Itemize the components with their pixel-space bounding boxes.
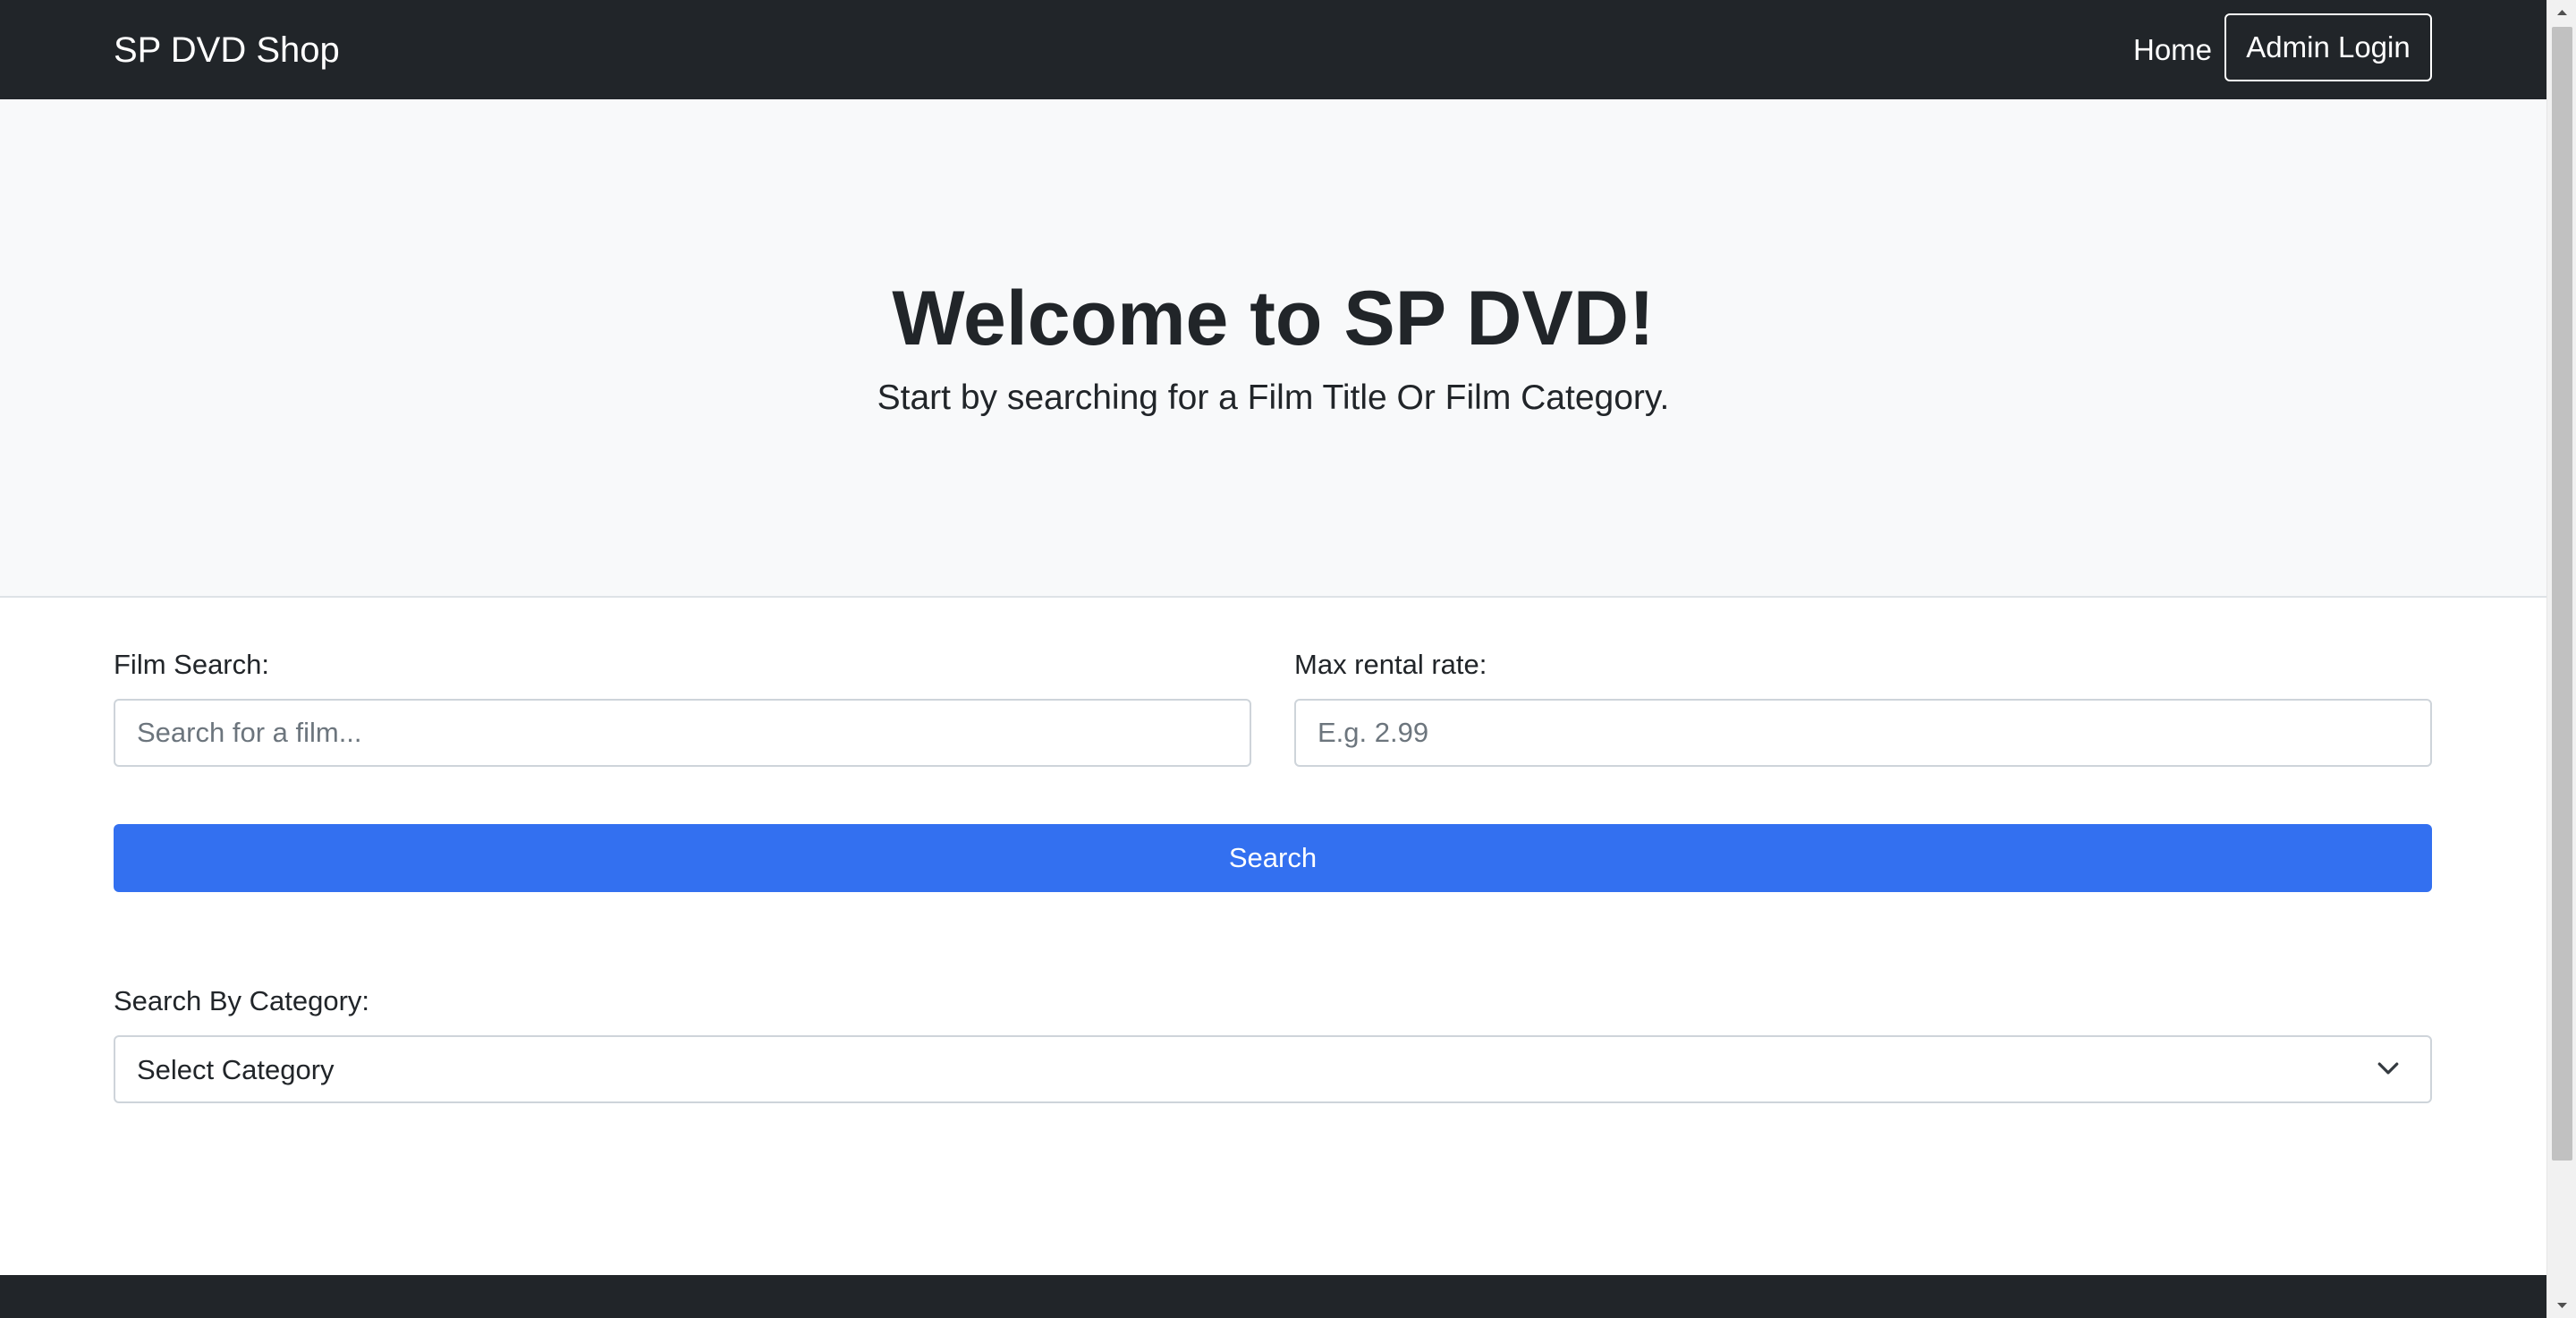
vertical-scrollbar[interactable] (2546, 0, 2576, 1318)
film-search-label: Film Search: (114, 649, 269, 680)
hero-subtitle: Start by searching for a Film Title Or F… (877, 378, 1670, 417)
max-rental-rate-label: Max rental rate: (1294, 649, 1487, 680)
chevron-down-icon (2377, 1062, 2399, 1075)
scroll-up-arrow-icon[interactable] (2547, 0, 2576, 25)
category-select[interactable]: Select Category (114, 1035, 2432, 1103)
brand-logo[interactable]: SP DVD Shop (114, 29, 340, 72)
footer (0, 1275, 2546, 1318)
search-button[interactable]: Search (114, 824, 2432, 892)
navbar: SP DVD Shop Home Admin Login (0, 0, 2546, 99)
max-rental-rate-input[interactable] (1294, 699, 2432, 767)
category-selected-value: Select Category (137, 1054, 335, 1085)
scrollbar-thumb[interactable] (2552, 27, 2572, 1161)
nav-link-home[interactable]: Home (2133, 32, 2212, 68)
film-search-input[interactable] (114, 699, 1251, 767)
category-label: Search By Category: (114, 985, 370, 1016)
scroll-down-arrow-icon[interactable] (2547, 1293, 2576, 1318)
page: SP DVD Shop Home Admin Login Welcome to … (0, 0, 2546, 1318)
hero-banner: Welcome to SP DVD! Start by searching fo… (0, 99, 2546, 598)
hero-title: Welcome to SP DVD! (892, 276, 1655, 361)
admin-login-button[interactable]: Admin Login (2224, 13, 2432, 81)
